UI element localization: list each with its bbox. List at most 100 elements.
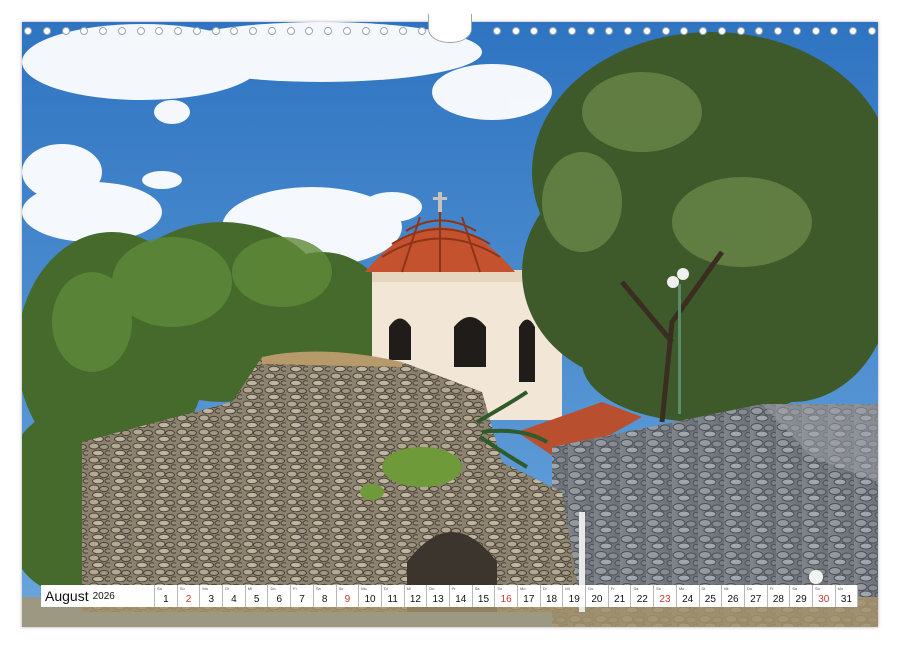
weekday-abbr: Sa [474, 586, 480, 591]
day-number: 19 [568, 594, 580, 605]
weekday-abbr: Sa [792, 586, 798, 591]
day-cell: Di 11 [381, 585, 405, 607]
day-cell: Mo 31 [835, 585, 859, 607]
day-number: 30 [818, 594, 830, 605]
day-number: 10 [364, 594, 376, 605]
day-cell: Mo 24 [676, 585, 700, 607]
calendar-page [22, 22, 878, 627]
month-name: August [45, 588, 89, 604]
binding-hole [286, 27, 295, 35]
binding-hole [792, 27, 801, 35]
binding-hole [755, 27, 764, 35]
day-number: 6 [276, 594, 283, 605]
binding-hole [811, 27, 820, 35]
weekday-abbr: Do [746, 586, 752, 591]
day-cell: Do 13 [427, 585, 450, 607]
binding-hole [211, 27, 220, 35]
binding-hole [549, 27, 557, 35]
binding-hole [399, 27, 407, 35]
weekday-abbr: Mo [520, 586, 526, 591]
weekday-abbr: Mi [565, 586, 570, 591]
day-number: 21 [614, 594, 626, 605]
weekday-abbr: Sa [633, 586, 639, 591]
binding-hole [267, 27, 276, 35]
weekday-abbr: Di [701, 586, 706, 591]
month-label: August 2026 [41, 585, 155, 607]
binding-hole [380, 27, 389, 35]
weekday-abbr: Sa [157, 586, 162, 591]
binding-hole [774, 27, 782, 35]
day-cell: Mi 12 [404, 585, 428, 607]
binding-hole [830, 27, 839, 35]
day-cell: So 23 [654, 585, 677, 607]
binding-hole [249, 27, 257, 35]
day-number: 1 [163, 594, 169, 605]
binding-hole [192, 27, 201, 35]
day-number: 24 [682, 594, 694, 605]
day-cell: Di 18 [540, 585, 564, 607]
weekday-abbr: Do [588, 586, 594, 591]
binding-hole [736, 27, 745, 35]
binding-hole [849, 27, 857, 35]
hanger-cutout [428, 14, 472, 43]
day-cell: So 9 [336, 585, 360, 607]
binding-hole [230, 27, 239, 35]
binding-hole [80, 27, 89, 35]
day-cell: Sa 8 [313, 585, 337, 607]
binding-hole [305, 27, 314, 35]
weekday-abbr: So [497, 586, 503, 591]
binding-hole [511, 27, 520, 35]
binding-hole [624, 27, 632, 35]
day-number: 13 [432, 594, 444, 605]
binding-hole [342, 27, 351, 35]
weekday-abbr: Fr [293, 586, 297, 591]
binding-hole [117, 27, 126, 35]
weekday-abbr: Fr [769, 586, 774, 591]
binding-hole [136, 27, 145, 35]
day-cell: Mo 17 [518, 585, 541, 607]
binding-hole [361, 27, 370, 35]
binding-hole [324, 27, 332, 35]
day-number: 4 [231, 594, 237, 605]
day-number: 12 [409, 594, 421, 605]
weekday-abbr: Mo [202, 586, 208, 591]
binding-hole [530, 27, 539, 35]
day-number: 14 [455, 594, 467, 605]
day-cell: Do 6 [268, 585, 292, 607]
day-number: 15 [477, 594, 490, 605]
binding-hole [492, 27, 501, 35]
day-cell: Mo 3 [200, 585, 224, 607]
photo-chapel-scene [22, 22, 878, 627]
day-cell: Mi 19 [563, 585, 587, 607]
day-number: 2 [185, 594, 192, 605]
day-number: 31 [840, 594, 853, 605]
binding-hole [717, 27, 726, 35]
day-number: 25 [704, 594, 716, 605]
weekday-abbr: Di [225, 586, 229, 591]
day-number: 22 [636, 594, 648, 605]
binding-hole [867, 27, 876, 35]
day-cell: So 30 [812, 585, 836, 607]
day-number: 28 [772, 594, 784, 605]
day-cell: Di 25 [699, 585, 723, 607]
binding-hole [680, 27, 689, 35]
day-cell: Sa 1 [155, 585, 178, 607]
day-cell: Do 20 [586, 585, 609, 607]
weekday-abbr: Mo [837, 586, 844, 591]
day-cell: Fr 21 [608, 585, 632, 607]
binding-hole [586, 27, 595, 35]
binding-hole [605, 27, 614, 35]
day-cell: Fr 28 [767, 585, 791, 607]
weekday-abbr: Fr [610, 586, 615, 591]
binding-hole [642, 27, 651, 35]
day-cell: Di 4 [223, 585, 246, 607]
day-number: 16 [500, 594, 512, 605]
binding-hole [155, 27, 164, 35]
weekday-abbr: Fr [451, 586, 456, 591]
day-cell: Mi 26 [722, 585, 745, 607]
weekday-abbr: So [179, 586, 185, 591]
calendar-strip: August 2026 Sa 1 So 2 Mo 3 Di 4 Mi 5 Do 6 Fr 7 Sa 8 So 9 M… [41, 585, 859, 607]
weekday-abbr: Di [542, 586, 547, 591]
day-cell: Fr 14 [449, 585, 473, 607]
day-number: 7 [299, 594, 305, 605]
